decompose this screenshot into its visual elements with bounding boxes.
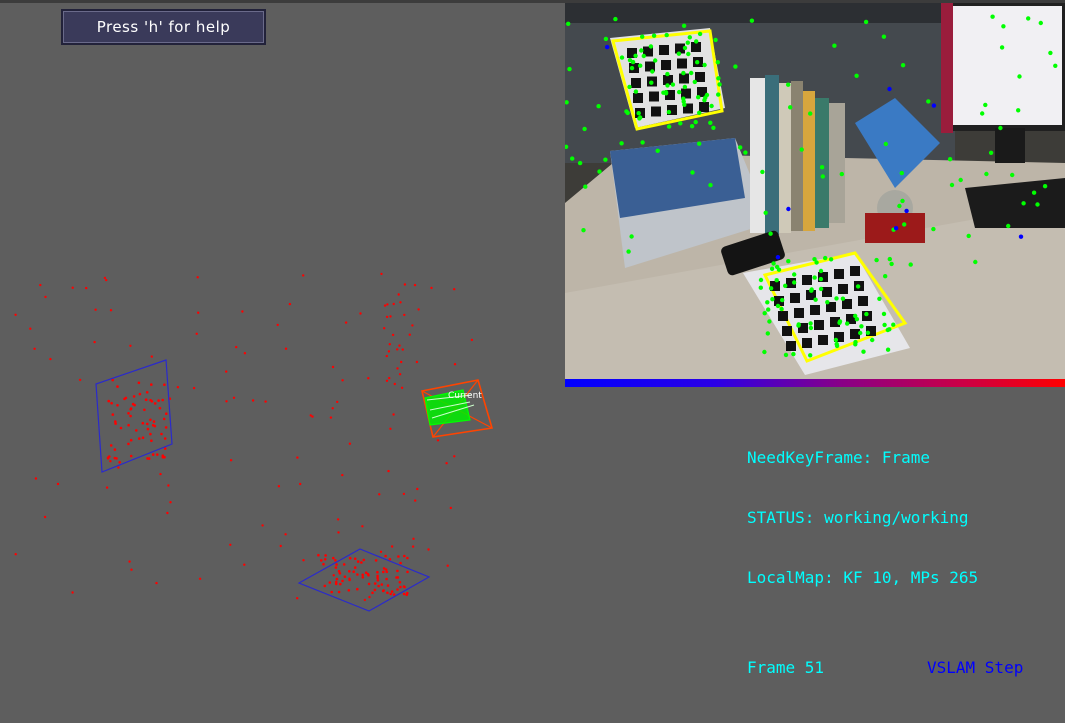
camera-feed <box>565 3 1065 387</box>
frame-counter-text: Frame 51 <box>747 658 825 677</box>
monitor <box>942 3 1065 131</box>
current-camera-frustum <box>421 379 494 438</box>
help-button[interactable]: Press 'h' for help <box>61 9 266 45</box>
status-text: STATUS: working/working <box>747 508 969 527</box>
need-keyframe-text: NeedKeyFrame: Frame <box>747 448 931 467</box>
depth-color-bar <box>565 379 1065 387</box>
mode-text: VSLAM Step <box>927 658 1024 677</box>
map-points <box>14 272 474 602</box>
keyframe-plane-left <box>95 359 173 473</box>
map-viewer-3d[interactable]: Current <box>0 0 565 723</box>
keyframe-plane-bottom <box>297 548 431 612</box>
local-map-text: LocalMap: KF 10, MPs 265 <box>747 568 979 587</box>
camera-label: Current <box>448 391 482 401</box>
